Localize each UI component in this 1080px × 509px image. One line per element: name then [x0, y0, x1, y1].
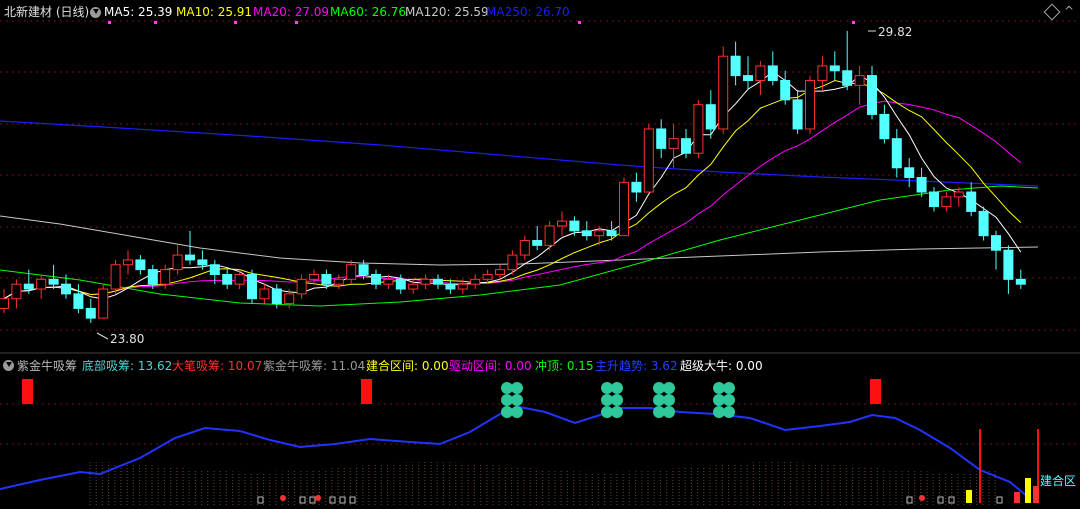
- badge-icon: [723, 394, 735, 406]
- volume-bar: [257, 496, 264, 504]
- signal-block: [870, 379, 881, 404]
- up-marker-icon: [315, 495, 321, 501]
- volume-bar: [966, 490, 972, 503]
- volume-bar: [339, 496, 346, 504]
- badge-icon: [723, 406, 735, 418]
- badge-icon: [611, 406, 623, 418]
- volume-bar: [329, 496, 336, 504]
- badge-icon: [611, 382, 623, 394]
- zone-label: 建合区: [1040, 474, 1077, 488]
- signal-block: [22, 379, 33, 404]
- badge-icon: [511, 394, 523, 406]
- badge-icon: [723, 382, 735, 394]
- badge-icon: [511, 382, 523, 394]
- badge-icon: [663, 382, 675, 394]
- up-marker-icon: [919, 495, 925, 501]
- indicator-chart[interactable]: [0, 0, 1080, 509]
- volume-bar: [996, 496, 1003, 504]
- trend-line: [0, 405, 1029, 498]
- volume-bar: [906, 496, 913, 504]
- badge-icon: [663, 406, 675, 418]
- up-marker-icon: [280, 495, 286, 501]
- volume-bar: [937, 496, 944, 504]
- volume-bar: [1014, 492, 1020, 503]
- volume-bar: [1025, 478, 1031, 503]
- volume-bar: [349, 496, 356, 504]
- badge-icon: [511, 406, 523, 418]
- volume-bar: [1033, 486, 1039, 503]
- volume-bar: [309, 496, 316, 504]
- volume-bar: [299, 496, 306, 504]
- badge-icon: [611, 394, 623, 406]
- badge-icon: [663, 394, 675, 406]
- signal-block: [361, 379, 372, 404]
- volume-bar: [948, 496, 955, 504]
